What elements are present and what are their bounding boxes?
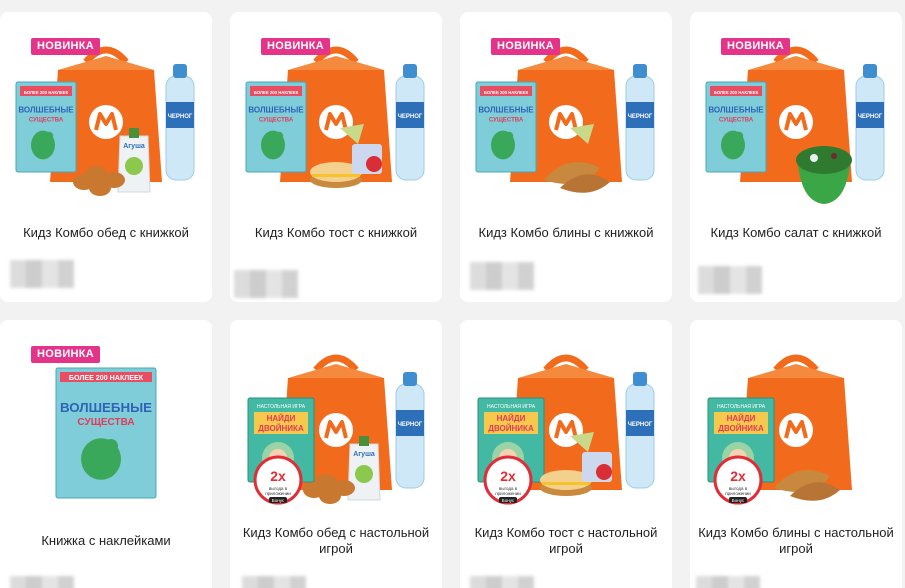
product-card[interactable]: ЧЕРНОГ НАСТОЛЬНАЯ ИГРА НАЙДИ ДВОЙНИКА 2х выго… [460,320,672,588]
water-label: ЧЕРНОГ [168,114,193,120]
book-title: ВОЛШЕБНЫЕ [708,106,764,115]
new-badge: НОВИНКА [31,346,101,363]
game-title: НАЙДИ [727,414,756,423]
water-label: ЧЕРНОГ [398,114,423,120]
product-title: Кидз Комбо обед с книжкой [23,225,189,240]
product-image: ЧЕРНОГ БОЛЕЕ 200 НАКЛЕЕК ВОЛШЕБНЫЕ СУЩЕСТВА [475,46,655,193]
game-subtitle: ДВОЙНИКА [718,424,764,433]
promo-big: 2х [730,468,746,484]
new-badge: НОВИНКА [721,38,791,55]
product-title: Книжка с наклейками [41,533,171,548]
product-card[interactable]: НОВИНКА ЧЕРНОГ БОЛЕЕ 200 НАКЛЕЕК ВОЛШЕБНЫЕ… [690,12,902,302]
nugget-icon [315,474,337,490]
product-title: Кидз Комбо блины с книжкой [478,225,654,240]
product-image: ЧЕРНОГ БОЛЕЕ 200 НАКЛЕЕК ВОЛШЕБНЫЕ СУЩЕСТВА [705,46,885,204]
book-subtitle: СУЩЕСТВА [259,118,294,124]
product-card[interactable]: НОВИНКА ЧЕРНОГ БОЛЕЕ 200 НАКЛЕЕК ВОЛШЕБНЫЕ… [460,12,672,302]
product-title: Кидз Комбо обед с настольной игрой [242,525,430,556]
book-top-text: БОЛЕЕ 200 НАКЛЕЕК [714,90,759,95]
game-subtitle: ДВОЙНИКА [488,424,534,433]
promo-small-2: приложении [725,491,751,496]
water-label: ЧЕРНОГ [628,422,653,428]
book-top-text: БОЛЕЕ 200 НАКЛЕЕК [254,90,299,95]
product-image: БОЛЕЕ 200 НАКЛЕЕК ВОЛШЕБНЫЕ СУЩЕСТВА [55,367,157,499]
new-badge: НОВИНКА [31,38,101,55]
book-subtitle: СУЩЕСТВА [77,417,134,428]
product-title: Кидз Комбо салат с книжкой [710,225,882,240]
product-title: Кидз Комбо тост с настольной игрой [474,525,658,556]
book-title: ВОЛШЕБНЫЕ [18,106,74,115]
price-placeholder [696,576,760,588]
product-card[interactable]: НОВИНКА ЧЕРНОГ БОЛЕЕ 200 НАКЛЕЕК ВОЛШЕБНЫЕ… [230,12,442,302]
game-subtitle: ДВОЙНИКА [258,424,304,433]
game-title: НАЙДИ [497,414,526,423]
nugget-icon [85,166,107,182]
promo-big: 2х [270,468,286,484]
book-top-text: БОЛЕЕ 200 НАКЛЕЕК [69,374,144,382]
book-subtitle: СУЩЕСТВА [29,118,64,124]
promo-big: 2х [500,468,516,484]
water-label: ЧЕРНОГ [628,114,653,120]
product-card[interactable]: НАСТОЛЬНАЯ ИГРА НАЙДИ ДВОЙНИКА 2х выгода в пр… [690,320,902,588]
product-image: ЧЕРНОГ БОЛЕЕ 200 НАКЛЕЕК ВОЛШЕБНЫЕ СУЩЕСТВА [245,46,425,188]
book-subtitle: СУЩЕСТВА [489,118,524,124]
product-image: НАСТОЛЬНАЯ ИГРАНАЙДИДВОЙНИКА2хвыгода впр… [707,354,852,505]
price-placeholder [470,262,534,290]
product-title: Кидз Комбо тост с книжкой [254,225,418,240]
water-label: ЧЕРНОГ [858,114,883,120]
book-top-text: БОЛЕЕ 200 НАКЛЕЕК [484,90,529,95]
product-card[interactable]: НОВИНКА ЧЕРНОГ БОЛЕЕ 200 НАКЛЕЕК ВОЛШЕБНЫЕ… [0,12,212,302]
product-card[interactable]: ЧЕРНОГ НАСТОЛЬНАЯ ИГРА НАЙДИ ДВОЙНИКА Агуша 2… [230,320,442,588]
book-title: ВОЛШЕБНЫЕ [60,400,152,415]
game-title: НАЙДИ [267,414,296,423]
price-placeholder [242,576,306,588]
promo-small-2: приложении [495,491,521,496]
promo-tag: Бонус [502,498,515,503]
juice-label: Агуша [123,143,145,150]
book-subtitle: СУЩЕСТВА [719,118,754,124]
new-badge: НОВИНКА [261,38,331,55]
price-placeholder [698,266,762,294]
product-image: ЧЕРНОГ БОЛЕЕ 200 НАКЛЕЕК ВОЛШЕБНЫЕ СУЩЕСТВА… [15,46,195,196]
book-title: ВОЛШЕБНЫЕ [248,106,304,115]
price-placeholder [234,270,298,298]
product-title: Кидз Комбо блины с настольной игрой [698,525,894,556]
price-placeholder [10,260,74,288]
water-label: ЧЕРНОГ [398,422,423,428]
new-badge: НОВИНКА [491,38,561,55]
price-placeholder [470,576,534,588]
price-placeholder [10,576,74,588]
product-grid: НОВИНКА ЧЕРНОГ БОЛЕЕ 200 НАКЛЕЕК ВОЛШЕБНЫЕ… [0,0,905,588]
book-top-text: БОЛЕЕ 200 НАКЛЕЕК [24,90,69,95]
product-image: ЧЕРНОГНАСТОЛЬНАЯ ИГРАНАЙДИДВОЙНИКА2хвыго… [477,354,655,505]
book-title: ВОЛШЕБНЫЕ [478,106,534,115]
juice-label: Агуша [353,451,375,458]
promo-tag: Бонус [272,498,285,503]
game-top-text: НАСТОЛЬНАЯ ИГРА [487,404,536,410]
promo-tag: Бонус [732,498,745,503]
product-image: ЧЕРНОГ НАСТОЛЬНАЯ ИГРА НАЙДИДВОЙНИКА Агуша 2… [247,354,425,505]
product-card[interactable]: НОВИНКА БОЛЕЕ 200 НАКЛЕЕК ВОЛШЕБНЫЕ СУЩЕСТ… [0,320,212,588]
game-top-text: НАСТОЛЬНАЯ ИГРА [717,404,766,410]
game-top-text: НАСТОЛЬНАЯ ИГРА [257,404,306,410]
promo-small-2: приложении [265,491,291,496]
